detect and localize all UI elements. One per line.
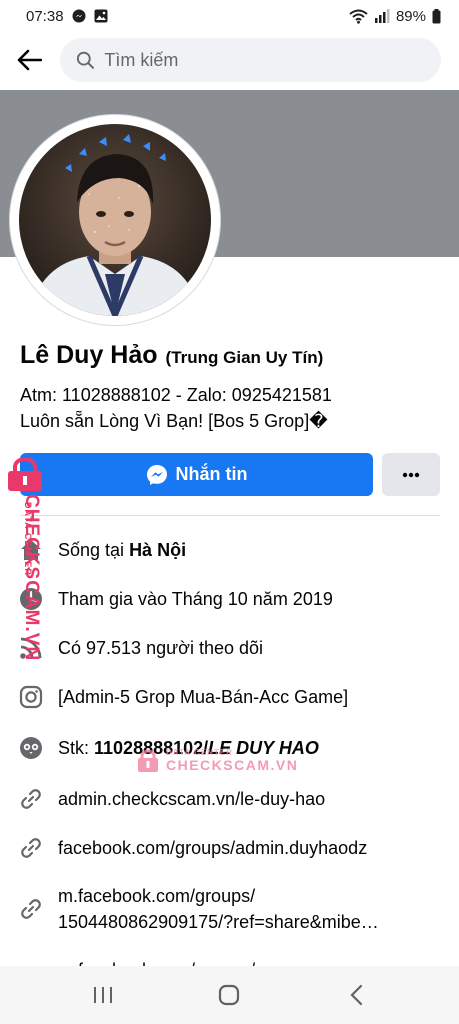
detail-link-group-share[interactable]: m.facebook.com/groups/1504480862909175/?… xyxy=(18,883,379,935)
more-options-button[interactable] xyxy=(382,453,440,496)
profile-picture[interactable] xyxy=(19,124,211,316)
link-icon xyxy=(18,786,44,812)
message-button-label: Nhắn tin xyxy=(175,464,248,484)
arrow-left-icon xyxy=(17,49,42,71)
home-square-icon xyxy=(219,984,240,1006)
detail-link-website[interactable]: admin.checkcscam.vn/le-duy-hao xyxy=(18,786,325,812)
system-back-button[interactable] xyxy=(336,975,376,1015)
bio-line: Luôn sẵn Lòng Vì Bạn! [Bos 5 Grop]� xyxy=(20,411,328,431)
link-icon xyxy=(18,896,44,922)
profile-name: Lê Duy Hảo xyxy=(20,341,158,369)
signal-icon xyxy=(374,9,390,23)
home-button[interactable] xyxy=(209,975,249,1015)
lives-prefix: Sống tại xyxy=(58,540,130,560)
link-text-line[interactable]: m.facebook.com/groups/ xyxy=(58,883,379,909)
recent-apps-button[interactable] xyxy=(83,975,123,1015)
battery-icon xyxy=(432,8,441,24)
watermark-center-small: DATA CENTER xyxy=(166,748,233,757)
search-input[interactable] xyxy=(104,49,425,71)
stk-prefix: Stk: xyxy=(58,738,95,758)
bio-line: Atm: 11028888102 - Zalo: 0925421581 xyxy=(20,385,332,405)
profile-name-row: Lê Duy Hảo (Trung Gian Uy Tín) xyxy=(20,341,323,370)
wifi-icon xyxy=(349,9,368,24)
more-dots-icon xyxy=(402,472,420,477)
detail-instagram[interactable]: [Admin-5 Grop Mua-Bán-Acc Game] xyxy=(18,684,348,710)
lock-icon xyxy=(8,458,42,491)
system-nav-bar xyxy=(0,966,459,1024)
watermark-center: DATA CENTER CHECKSCAM.VN xyxy=(136,748,298,773)
watermark-center-main: CHECKSCAM.VN xyxy=(166,757,299,773)
status-bar: 07:38 89% xyxy=(0,0,459,32)
watermark-side-small: DATA CENTER xyxy=(23,502,33,576)
link-icon xyxy=(18,835,44,861)
profile-name-suffix: (Trung Gian Uy Tín) xyxy=(165,348,324,367)
recent-apps-icon xyxy=(94,987,113,1003)
instagram-icon xyxy=(18,684,44,710)
gallery-notification-icon xyxy=(94,9,108,23)
messenger-notification-icon xyxy=(72,9,86,23)
detail-link-group[interactable]: facebook.com/groups/admin.duyhaodz xyxy=(18,835,367,861)
link-text-line[interactable]: 1504480862909175/?ref=share&mibe… xyxy=(58,909,379,935)
message-button[interactable]: Nhắn tin xyxy=(20,453,373,496)
lock-icon xyxy=(138,749,158,772)
chevron-left-icon xyxy=(350,984,362,1006)
divider xyxy=(20,515,440,516)
detail-joined: Tham gia vào Tháng 10 năm 2019 xyxy=(18,586,333,612)
watermark-side: CHECKSCAM.VN DATA CENTER xyxy=(4,458,44,661)
back-button[interactable] xyxy=(14,45,44,75)
profile-actions: Nhắn tin xyxy=(20,453,440,496)
joined-text: Tham gia vào Tháng 10 năm 2019 xyxy=(58,589,333,609)
search-box[interactable] xyxy=(60,38,441,82)
messenger-icon xyxy=(146,464,167,485)
link-text[interactable]: facebook.com/groups/admin.duyhaodz xyxy=(58,835,367,861)
detail-followers[interactable]: Có 97.513 người theo dõi xyxy=(18,635,263,661)
instagram-text: [Admin-5 Grop Mua-Bán-Acc Game] xyxy=(58,687,349,707)
link-text[interactable]: admin.checkcscam.vn/le-duy-hao xyxy=(58,786,325,812)
profile-bio: Atm: 11028888102 - Zalo: 0925421581 Luôn… xyxy=(20,382,332,434)
lives-city[interactable]: Hà Nội xyxy=(129,540,186,560)
battery-percent: 89% xyxy=(395,7,426,25)
top-bar xyxy=(0,32,459,88)
search-icon xyxy=(76,51,95,69)
watermark-side-subtext: DATA CENTER xyxy=(20,498,38,576)
profile-picture-frame[interactable] xyxy=(10,115,220,325)
owl-icon xyxy=(18,735,44,761)
followers-text: Có 97.513 người theo dõi xyxy=(58,638,263,658)
status-time: 07:38 xyxy=(26,7,64,25)
